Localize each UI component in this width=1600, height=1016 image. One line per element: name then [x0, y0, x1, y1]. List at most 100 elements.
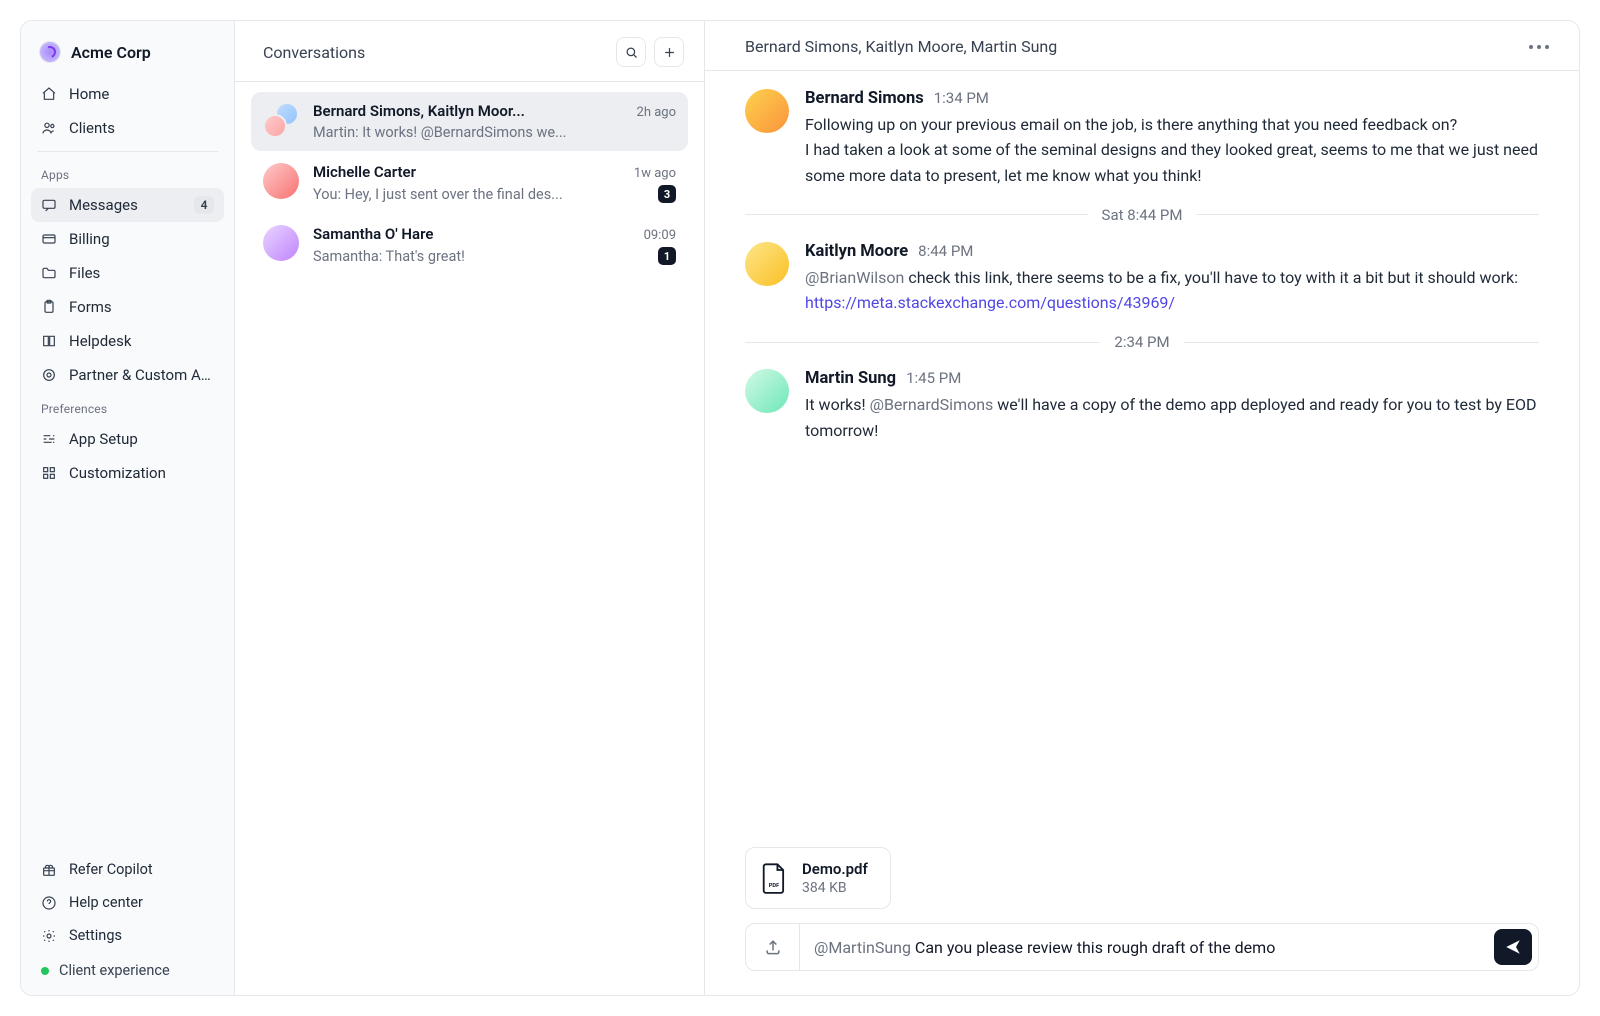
mention-chip[interactable]: @BernardSimons: [870, 395, 994, 414]
conversations-panel: Conversations Bernard Simons, Kaitlyn Mo…: [235, 21, 705, 995]
composer-area: PDF Demo.pdf 384 KB @MartinSung Can you …: [705, 847, 1579, 995]
nav-helpdesk[interactable]: Helpdesk: [31, 324, 224, 358]
nav-home[interactable]: Home: [31, 77, 224, 111]
nav-forms-label: Forms: [69, 298, 214, 316]
message-time: 1:45 PM: [906, 369, 961, 387]
nav-clients[interactable]: Clients: [31, 111, 224, 145]
gear-icon: [41, 928, 57, 944]
sliders-icon: [41, 431, 57, 447]
time-divider-label: Sat 8:44 PM: [1102, 206, 1183, 224]
message-text: @BrianWilson check this link, there seem…: [805, 265, 1539, 316]
time-divider-label: 2:34 PM: [1114, 333, 1169, 351]
org-switcher[interactable]: Acme Corp: [31, 35, 224, 77]
message-text: It works! @BernardSimons we'll have a co…: [805, 392, 1539, 443]
nav-help[interactable]: Help center: [31, 886, 224, 919]
new-conversation-button[interactable]: [654, 37, 684, 67]
nav-customization[interactable]: Customization: [31, 456, 224, 490]
unread-badge: 1: [658, 247, 676, 265]
users-icon: [41, 120, 57, 136]
composer-input[interactable]: @MartinSung Can you please review this r…: [800, 938, 1494, 957]
upload-button[interactable]: [746, 924, 800, 970]
conversation-item[interactable]: Bernard Simons, Kaitlyn Moor... 2h ago M…: [251, 92, 688, 151]
nav-refer[interactable]: Refer Copilot: [31, 853, 224, 886]
search-button[interactable]: [616, 37, 646, 67]
nav-app-setup[interactable]: App Setup: [31, 422, 224, 456]
nav-messages-label: Messages: [69, 196, 182, 214]
avatar-icon: [745, 89, 789, 133]
send-button[interactable]: [1494, 929, 1532, 965]
status-dot-icon: [41, 967, 49, 975]
thread-panel: Bernard Simons, Kaitlyn Moore, Martin Su…: [705, 21, 1579, 995]
nav-prefs-heading: Preferences: [31, 392, 224, 422]
mention-chip[interactable]: @BrianWilson: [805, 268, 904, 287]
conversation-item[interactable]: Samantha O' Hare 09:09 Samantha: That's …: [251, 215, 688, 275]
nav-messages-badge: 4: [194, 196, 214, 214]
client-experience-link[interactable]: Client experience: [31, 952, 224, 983]
client-experience-label: Client experience: [59, 962, 170, 979]
gift-icon: [41, 862, 57, 878]
svg-text:PDF: PDF: [769, 883, 780, 889]
send-icon: [1504, 938, 1522, 956]
org-logo-icon: [39, 41, 61, 63]
nav-customization-label: Customization: [69, 464, 214, 482]
target-icon: [41, 367, 57, 383]
nav-forms[interactable]: Forms: [31, 290, 224, 324]
conversation-preview: You: Hey, I just sent over the final des…: [313, 186, 650, 203]
nav-clients-label: Clients: [69, 119, 214, 137]
nav-settings[interactable]: Settings: [31, 919, 224, 952]
nav-refer-label: Refer Copilot: [69, 861, 214, 878]
plus-icon: [662, 45, 677, 60]
conversation-item[interactable]: Michelle Carter 1w ago You: Hey, I just …: [251, 153, 688, 213]
nav-divider: [37, 151, 218, 152]
message-composer: @MartinSung Can you please review this r…: [745, 923, 1539, 971]
upload-icon: [763, 937, 783, 957]
avatar-icon: [745, 369, 789, 413]
nav-home-label: Home: [69, 85, 214, 103]
avatar-icon: [263, 163, 299, 199]
nav-billing-label: Billing: [69, 230, 214, 248]
grid-icon: [41, 465, 57, 481]
time-divider: Sat 8:44 PM: [745, 206, 1539, 224]
conversation-name: Samantha O' Hare: [313, 225, 636, 243]
attachment-size: 384 KB: [802, 880, 868, 896]
message-link[interactable]: https://meta.stackexchange.com/questions…: [805, 293, 1175, 312]
nav-partner-apps[interactable]: Partner & Custom Apps: [31, 358, 224, 392]
nav-settings-label: Settings: [69, 927, 214, 944]
avatar-icon: [745, 242, 789, 286]
conversation-list: Bernard Simons, Kaitlyn Moor... 2h ago M…: [235, 82, 704, 285]
search-icon: [624, 45, 639, 60]
chat-icon: [41, 197, 57, 213]
sidebar: Acme Corp Home Clients Apps Messages 4 B…: [21, 21, 235, 995]
home-icon: [41, 86, 57, 102]
mention-chip[interactable]: @MartinSung: [814, 938, 911, 957]
nav-files[interactable]: Files: [31, 256, 224, 290]
nav-billing[interactable]: Billing: [31, 222, 224, 256]
attachment-chip[interactable]: PDF Demo.pdf 384 KB: [745, 847, 891, 909]
conversation-name: Bernard Simons, Kaitlyn Moor...: [313, 102, 629, 120]
nav-messages[interactable]: Messages 4: [31, 188, 224, 222]
thread-more-button[interactable]: [1523, 39, 1555, 55]
message-time: 1:34 PM: [934, 89, 989, 107]
card-icon: [41, 231, 57, 247]
app-frame: Acme Corp Home Clients Apps Messages 4 B…: [20, 20, 1580, 996]
nav-help-label: Help center: [69, 894, 214, 911]
group-avatar-icon: [263, 102, 299, 138]
unread-badge: 3: [658, 185, 676, 203]
conversation-time: 2h ago: [637, 105, 676, 120]
message-author: Martin Sung: [805, 369, 896, 388]
message-text: Following up on your previous email on t…: [805, 112, 1539, 137]
message-list[interactable]: Bernard Simons 1:34 PM Following up on y…: [705, 71, 1579, 847]
clipboard-icon: [41, 299, 57, 315]
help-icon: [41, 895, 57, 911]
nav-partner-apps-label: Partner & Custom Apps: [69, 366, 214, 384]
nav-app-setup-label: App Setup: [69, 430, 214, 448]
message-author: Kaitlyn Moore: [805, 242, 908, 261]
message-item: Bernard Simons 1:34 PM Following up on y…: [745, 89, 1539, 188]
conversations-header: Conversations: [235, 21, 704, 82]
conversation-name: Michelle Carter: [313, 163, 626, 181]
message-time: 8:44 PM: [918, 242, 973, 260]
conversation-preview: Samantha: That's great!: [313, 248, 650, 265]
dots-icon: [1529, 45, 1533, 49]
book-icon: [41, 333, 57, 349]
primary-nav: Home Clients Apps Messages 4 Billing Fil…: [31, 77, 224, 490]
